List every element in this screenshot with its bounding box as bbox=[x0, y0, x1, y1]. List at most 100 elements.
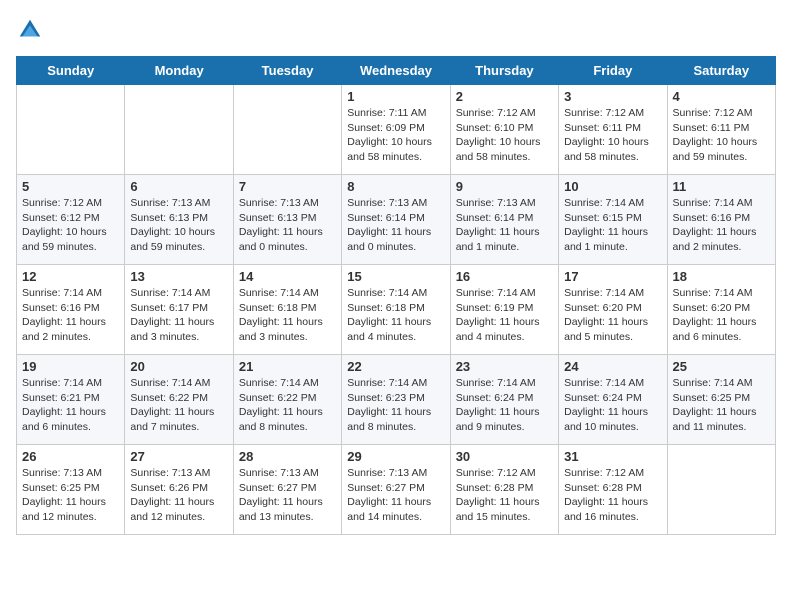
day-number: 25 bbox=[673, 359, 770, 374]
week-row-0: 1 Sunrise: 7:11 AM Sunset: 6:09 PM Daylig… bbox=[17, 85, 776, 175]
day-number: 4 bbox=[673, 89, 770, 104]
day-info: Sunrise: 7:12 AM Sunset: 6:11 PM Dayligh… bbox=[673, 106, 770, 165]
day-cell bbox=[125, 85, 233, 175]
day-cell: 15 Sunrise: 7:14 AM Sunset: 6:18 PM Dayli… bbox=[342, 265, 450, 355]
day-number: 6 bbox=[130, 179, 227, 194]
day-number: 26 bbox=[22, 449, 119, 464]
weekday-header-monday: Monday bbox=[125, 57, 233, 85]
day-cell: 19 Sunrise: 7:14 AM Sunset: 6:21 PM Dayli… bbox=[17, 355, 125, 445]
day-cell: 11 Sunrise: 7:14 AM Sunset: 6:16 PM Dayli… bbox=[667, 175, 775, 265]
day-info: Sunrise: 7:13 AM Sunset: 6:14 PM Dayligh… bbox=[456, 196, 553, 255]
day-number: 8 bbox=[347, 179, 444, 194]
day-cell: 23 Sunrise: 7:14 AM Sunset: 6:24 PM Dayli… bbox=[450, 355, 558, 445]
day-cell: 2Sunrise: 7:12 AM Sunset: 6:10 PM Daylig… bbox=[450, 85, 558, 175]
day-cell bbox=[667, 445, 775, 535]
weekday-header-friday: Friday bbox=[559, 57, 667, 85]
day-number: 10 bbox=[564, 179, 661, 194]
day-info: Sunrise: 7:11 AM Sunset: 6:09 PM Dayligh… bbox=[347, 106, 444, 165]
day-cell: 5 Sunrise: 7:12 AM Sunset: 6:12 PM Daylig… bbox=[17, 175, 125, 265]
day-info: Sunrise: 7:14 AM Sunset: 6:22 PM Dayligh… bbox=[130, 376, 227, 435]
day-cell: 8 Sunrise: 7:13 AM Sunset: 6:14 PM Daylig… bbox=[342, 175, 450, 265]
day-cell: 7 Sunrise: 7:13 AM Sunset: 6:13 PM Daylig… bbox=[233, 175, 341, 265]
day-info: Sunrise: 7:14 AM Sunset: 6:19 PM Dayligh… bbox=[456, 286, 553, 345]
day-info: Sunrise: 7:14 AM Sunset: 6:18 PM Dayligh… bbox=[347, 286, 444, 345]
logo-icon bbox=[16, 16, 44, 44]
day-cell: 20Sunrise: 7:14 AM Sunset: 6:22 PM Dayli… bbox=[125, 355, 233, 445]
weekday-header-thursday: Thursday bbox=[450, 57, 558, 85]
day-cell: 30Sunrise: 7:12 AM Sunset: 6:28 PM Dayli… bbox=[450, 445, 558, 535]
weekday-header-tuesday: Tuesday bbox=[233, 57, 341, 85]
day-info: Sunrise: 7:12 AM Sunset: 6:28 PM Dayligh… bbox=[564, 466, 661, 525]
day-number: 24 bbox=[564, 359, 661, 374]
day-cell bbox=[17, 85, 125, 175]
day-info: Sunrise: 7:12 AM Sunset: 6:28 PM Dayligh… bbox=[456, 466, 553, 525]
day-number: 1 bbox=[347, 89, 444, 104]
day-info: Sunrise: 7:12 AM Sunset: 6:11 PM Dayligh… bbox=[564, 106, 661, 165]
day-info: Sunrise: 7:13 AM Sunset: 6:27 PM Dayligh… bbox=[239, 466, 336, 525]
day-number: 5 bbox=[22, 179, 119, 194]
day-info: Sunrise: 7:12 AM Sunset: 6:12 PM Dayligh… bbox=[22, 196, 119, 255]
day-info: Sunrise: 7:14 AM Sunset: 6:16 PM Dayligh… bbox=[22, 286, 119, 345]
day-info: Sunrise: 7:14 AM Sunset: 6:15 PM Dayligh… bbox=[564, 196, 661, 255]
week-row-2: 12 Sunrise: 7:14 AM Sunset: 6:16 PM Dayli… bbox=[17, 265, 776, 355]
day-info: Sunrise: 7:14 AM Sunset: 6:17 PM Dayligh… bbox=[130, 286, 227, 345]
day-info: Sunrise: 7:14 AM Sunset: 6:25 PM Dayligh… bbox=[673, 376, 770, 435]
day-cell: 13 Sunrise: 7:14 AM Sunset: 6:17 PM Dayli… bbox=[125, 265, 233, 355]
day-info: Sunrise: 7:14 AM Sunset: 6:20 PM Dayligh… bbox=[564, 286, 661, 345]
day-cell: 12 Sunrise: 7:14 AM Sunset: 6:16 PM Dayli… bbox=[17, 265, 125, 355]
day-info: Sunrise: 7:14 AM Sunset: 6:24 PM Dayligh… bbox=[564, 376, 661, 435]
day-info: Sunrise: 7:14 AM Sunset: 6:22 PM Dayligh… bbox=[239, 376, 336, 435]
day-number: 23 bbox=[456, 359, 553, 374]
day-number: 15 bbox=[347, 269, 444, 284]
day-info: Sunrise: 7:14 AM Sunset: 6:24 PM Dayligh… bbox=[456, 376, 553, 435]
week-row-4: 26 Sunrise: 7:13 AM Sunset: 6:25 PM Dayli… bbox=[17, 445, 776, 535]
day-number: 3 bbox=[564, 89, 661, 104]
day-number: 19 bbox=[22, 359, 119, 374]
day-cell: 1 Sunrise: 7:11 AM Sunset: 6:09 PM Daylig… bbox=[342, 85, 450, 175]
day-number: 31 bbox=[564, 449, 661, 464]
day-number: 16 bbox=[456, 269, 553, 284]
day-info: Sunrise: 7:13 AM Sunset: 6:26 PM Dayligh… bbox=[130, 466, 227, 525]
day-number: 13 bbox=[130, 269, 227, 284]
day-cell: 4 Sunrise: 7:12 AM Sunset: 6:11 PM Daylig… bbox=[667, 85, 775, 175]
day-cell: 16 Sunrise: 7:14 AM Sunset: 6:19 PM Dayli… bbox=[450, 265, 558, 355]
day-info: Sunrise: 7:14 AM Sunset: 6:21 PM Dayligh… bbox=[22, 376, 119, 435]
day-number: 12 bbox=[22, 269, 119, 284]
day-number: 11 bbox=[673, 179, 770, 194]
day-cell: 3 Sunrise: 7:12 AM Sunset: 6:11 PM Daylig… bbox=[559, 85, 667, 175]
day-info: Sunrise: 7:13 AM Sunset: 6:25 PM Dayligh… bbox=[22, 466, 119, 525]
day-info: Sunrise: 7:14 AM Sunset: 6:23 PM Dayligh… bbox=[347, 376, 444, 435]
day-cell: 18Sunrise: 7:14 AM Sunset: 6:20 PM Dayli… bbox=[667, 265, 775, 355]
day-cell: 28Sunrise: 7:13 AM Sunset: 6:27 PM Dayli… bbox=[233, 445, 341, 535]
day-cell: 17 Sunrise: 7:14 AM Sunset: 6:20 PM Dayli… bbox=[559, 265, 667, 355]
day-cell: 31 Sunrise: 7:12 AM Sunset: 6:28 PM Dayli… bbox=[559, 445, 667, 535]
day-cell: 10 Sunrise: 7:14 AM Sunset: 6:15 PM Dayli… bbox=[559, 175, 667, 265]
day-info: Sunrise: 7:13 AM Sunset: 6:14 PM Dayligh… bbox=[347, 196, 444, 255]
day-cell: 24 Sunrise: 7:14 AM Sunset: 6:24 PM Dayli… bbox=[559, 355, 667, 445]
day-number: 9 bbox=[456, 179, 553, 194]
day-cell: 22 Sunrise: 7:14 AM Sunset: 6:23 PM Dayli… bbox=[342, 355, 450, 445]
day-cell: 14 Sunrise: 7:14 AM Sunset: 6:18 PM Dayli… bbox=[233, 265, 341, 355]
day-info: Sunrise: 7:13 AM Sunset: 6:27 PM Dayligh… bbox=[347, 466, 444, 525]
day-cell: 6 Sunrise: 7:13 AM Sunset: 6:13 PM Daylig… bbox=[125, 175, 233, 265]
day-number: 22 bbox=[347, 359, 444, 374]
week-row-3: 19 Sunrise: 7:14 AM Sunset: 6:21 PM Dayli… bbox=[17, 355, 776, 445]
day-number: 29 bbox=[347, 449, 444, 464]
weekday-header-row: SundayMondayTuesdayWednesdayThursdayFrid… bbox=[17, 57, 776, 85]
day-info: Sunrise: 7:14 AM Sunset: 6:16 PM Dayligh… bbox=[673, 196, 770, 255]
day-info: Sunrise: 7:14 AM Sunset: 6:18 PM Dayligh… bbox=[239, 286, 336, 345]
page-header bbox=[16, 16, 776, 44]
calendar-table: SundayMondayTuesdayWednesdayThursdayFrid… bbox=[16, 56, 776, 535]
weekday-header-wednesday: Wednesday bbox=[342, 57, 450, 85]
week-row-1: 5 Sunrise: 7:12 AM Sunset: 6:12 PM Daylig… bbox=[17, 175, 776, 265]
day-number: 7 bbox=[239, 179, 336, 194]
day-info: Sunrise: 7:13 AM Sunset: 6:13 PM Dayligh… bbox=[239, 196, 336, 255]
day-number: 21 bbox=[239, 359, 336, 374]
day-cell: 27 Sunrise: 7:13 AM Sunset: 6:26 PM Dayli… bbox=[125, 445, 233, 535]
day-info: Sunrise: 7:13 AM Sunset: 6:13 PM Dayligh… bbox=[130, 196, 227, 255]
day-number: 14 bbox=[239, 269, 336, 284]
day-number: 17 bbox=[564, 269, 661, 284]
logo bbox=[16, 16, 48, 44]
day-number: 27 bbox=[130, 449, 227, 464]
weekday-header-saturday: Saturday bbox=[667, 57, 775, 85]
